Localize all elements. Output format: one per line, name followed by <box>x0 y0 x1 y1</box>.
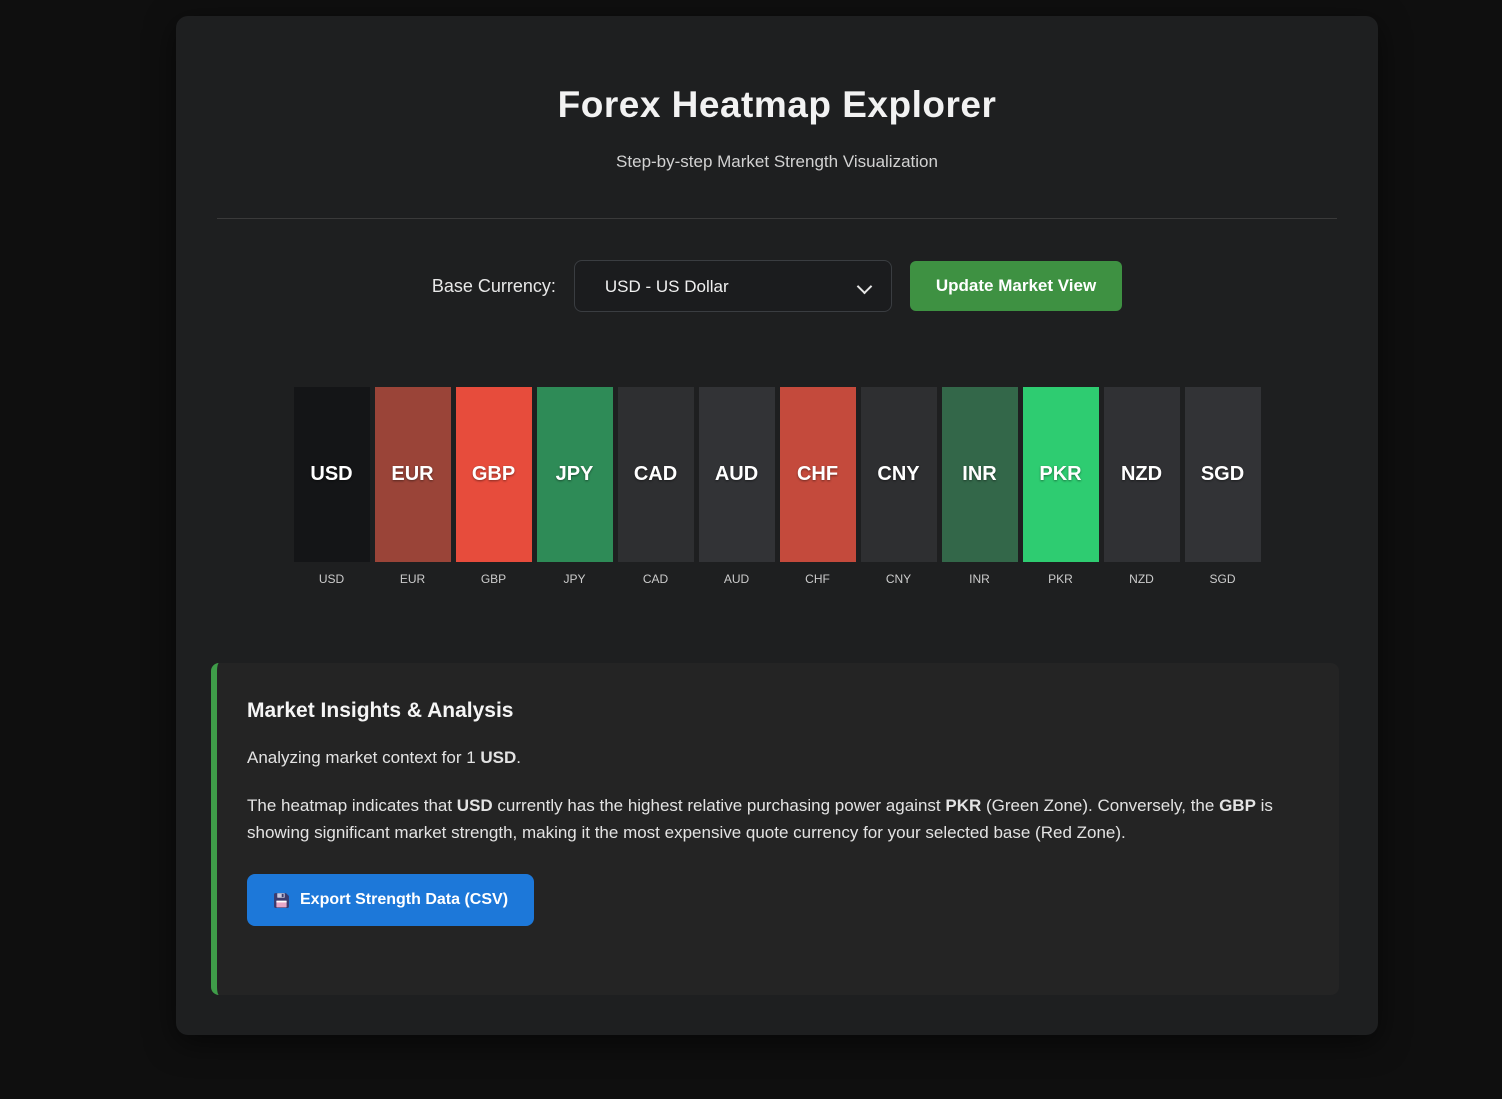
heatmap-column: EUR EUR <box>375 387 451 586</box>
heatmap-tile: SGD <box>1185 387 1261 562</box>
insights-analysis: The heatmap indicates that USD currently… <box>247 793 1277 846</box>
controls-row: Base Currency: USD - US Dollar Update Ma… <box>176 260 1378 312</box>
heatmap-tile-label: NZD <box>1104 572 1180 586</box>
heatmap: USD USD EUR EUR GBP GBP JPY JPY CAD CAD … <box>176 387 1378 586</box>
heatmap-column: CNY CNY <box>861 387 937 586</box>
divider <box>217 218 1337 219</box>
heatmap-tile-label: PKR <box>1023 572 1099 586</box>
heatmap-tile-label: CNY <box>861 572 937 586</box>
heatmap-tile: CAD <box>618 387 694 562</box>
heatmap-tile: NZD <box>1104 387 1180 562</box>
heatmap-column: AUD AUD <box>699 387 775 586</box>
heatmap-tile-label: CAD <box>618 572 694 586</box>
heatmap-column: CAD CAD <box>618 387 694 586</box>
heatmap-column: CHF CHF <box>780 387 856 586</box>
export-csv-label: Export Strength Data (CSV) <box>300 891 508 909</box>
update-market-view-button[interactable]: Update Market View <box>910 261 1122 311</box>
insights-heading: Market Insights & Analysis <box>247 699 1301 723</box>
heatmap-column: NZD NZD <box>1104 387 1180 586</box>
heatmap-tile-label: CHF <box>780 572 856 586</box>
heatmap-tile: GBP <box>456 387 532 562</box>
base-currency-select[interactable]: USD - US Dollar <box>574 260 892 312</box>
heatmap-tile: AUD <box>699 387 775 562</box>
page-subtitle: Step-by-step Market Strength Visualizati… <box>176 152 1378 172</box>
heatmap-tile: JPY <box>537 387 613 562</box>
heatmap-tile-label: GBP <box>456 572 532 586</box>
heatmap-tile-label: EUR <box>375 572 451 586</box>
heatmap-tile-label: JPY <box>537 572 613 586</box>
heatmap-tile-label: SGD <box>1185 572 1261 586</box>
heatmap-tile: USD <box>294 387 370 562</box>
heatmap-tile-label: AUD <box>699 572 775 586</box>
heatmap-column: JPY JPY <box>537 387 613 586</box>
heatmap-column: PKR PKR <box>1023 387 1099 586</box>
heatmap-column: SGD SGD <box>1185 387 1261 586</box>
heatmap-column: GBP GBP <box>456 387 532 586</box>
app-card: Forex Heatmap Explorer Step-by-step Mark… <box>176 16 1378 1035</box>
export-csv-button[interactable]: Export Strength Data (CSV) <box>247 874 534 926</box>
heatmap-column: USD USD <box>294 387 370 586</box>
heatmap-tile: CHF <box>780 387 856 562</box>
floppy-disk-icon <box>273 892 290 909</box>
heatmap-tile: PKR <box>1023 387 1099 562</box>
insights-panel: Market Insights & Analysis Analyzing mar… <box>211 663 1339 995</box>
heatmap-tile: INR <box>942 387 1018 562</box>
base-currency-label: Base Currency: <box>432 276 556 297</box>
insights-intro: Analyzing market context for 1 USD. <box>247 745 1277 771</box>
heatmap-tile: CNY <box>861 387 937 562</box>
base-currency-select-wrap: USD - US Dollar <box>574 260 892 312</box>
heatmap-column: INR INR <box>942 387 1018 586</box>
heatmap-tile-label: INR <box>942 572 1018 586</box>
heatmap-tile-label: USD <box>294 572 370 586</box>
page-title: Forex Heatmap Explorer <box>176 84 1378 126</box>
heatmap-tile: EUR <box>375 387 451 562</box>
